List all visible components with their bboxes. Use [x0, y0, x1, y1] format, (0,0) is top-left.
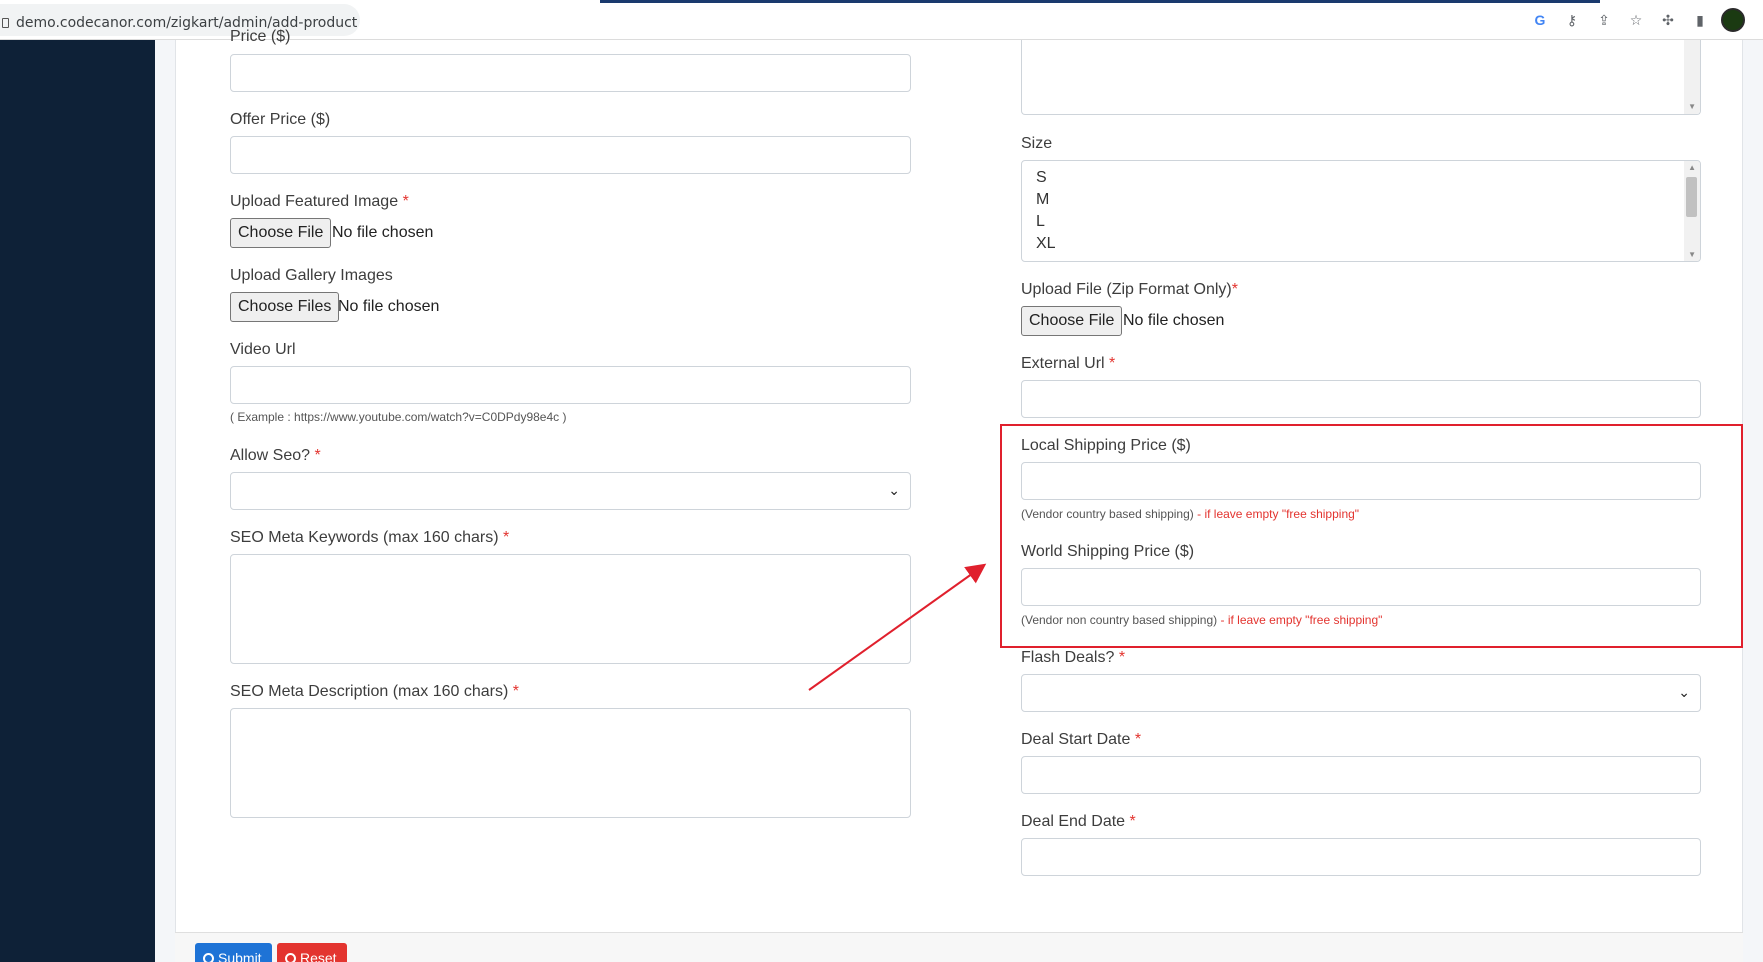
reset-button[interactable]: Reset	[277, 943, 347, 962]
submit-icon	[203, 953, 214, 962]
annotation-arrow	[808, 563, 987, 691]
submit-button[interactable]: Submit	[195, 943, 272, 962]
reset-icon	[285, 953, 296, 962]
